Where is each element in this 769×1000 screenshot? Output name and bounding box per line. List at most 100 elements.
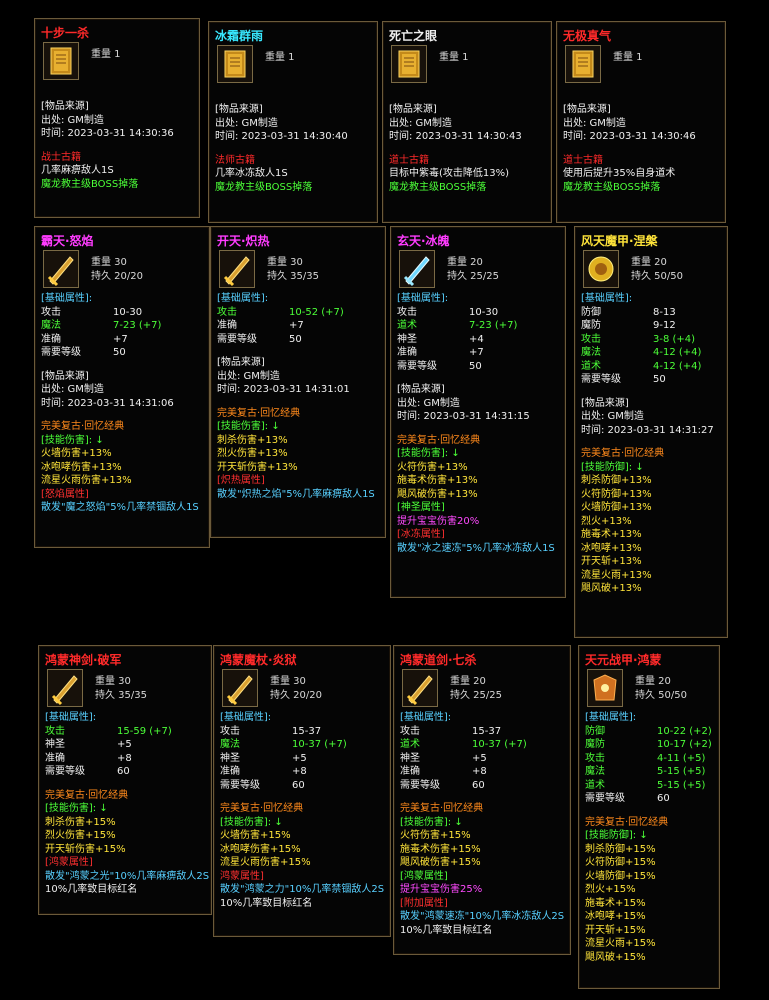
stat-value: +5 bbox=[117, 739, 132, 750]
stat-value: 15-37 bbox=[292, 725, 322, 737]
iceSword-icon bbox=[399, 250, 435, 288]
stat-label: 防御 bbox=[581, 306, 601, 318]
effect-line: 施毒术伤害+13% bbox=[397, 475, 478, 486]
effect-line: 刺杀防御+15% bbox=[585, 843, 656, 855]
item-weight: 重量 30 bbox=[270, 676, 306, 687]
item-title: 霸天·怒焰 bbox=[41, 234, 94, 248]
stat-row: 需要等级 60 bbox=[45, 765, 205, 779]
source-line: 时间: 2023-03-31 14:31:01 bbox=[217, 384, 350, 395]
stat-value: +8 bbox=[472, 766, 487, 777]
effect-line: 火墙防御+15% bbox=[585, 870, 656, 882]
stat-row: 道术 5-15 (+5) bbox=[585, 779, 713, 793]
stat-row: 道术 4-12 (+4) bbox=[581, 360, 721, 374]
stat-value: 10-30 bbox=[469, 306, 499, 318]
stat-row: 准确 +7 bbox=[41, 333, 203, 347]
stat-row: 魔法 7-23 (+7) bbox=[41, 319, 203, 333]
stat-label: 魔防 bbox=[585, 739, 605, 750]
stat-value: 5-15 (+5) bbox=[657, 766, 706, 777]
item-weight: 重量 20 bbox=[635, 676, 671, 687]
stat-label: 需要等级 bbox=[400, 779, 440, 791]
item-weight: 重量 20 bbox=[450, 676, 486, 687]
stat-label: 准确 bbox=[41, 333, 61, 345]
item-title: 风天魔甲·涅槃 bbox=[581, 234, 658, 248]
sword-icon bbox=[219, 250, 255, 288]
stat-value: +8 bbox=[117, 752, 132, 764]
effect-line: 10%几率致目标红名 bbox=[220, 897, 313, 909]
effect-line: 开天斩+15% bbox=[585, 924, 646, 936]
stat-row: 准确 +8 bbox=[45, 752, 205, 766]
effect-line: 魔龙教主级BOSS掉落 bbox=[215, 181, 313, 193]
stat-row: 神圣 +5 bbox=[220, 752, 384, 766]
effect-line: 目标中紫毒(攻击降低13%) bbox=[389, 168, 510, 179]
effect-line: 完美复古·回忆经典 bbox=[585, 816, 669, 828]
effect-line: 冰咆哮+15% bbox=[585, 911, 646, 922]
source-line: 时间: 2023-03-31 14:31:27 bbox=[581, 424, 714, 436]
effect-line: 法师古籍 bbox=[215, 154, 255, 166]
item-tooltip-card: 死亡之眼 重量 1 [物品来源] 出处: GM制造 时间: 2023-03-31 14:… bbox=[382, 21, 552, 223]
sword-icon bbox=[47, 669, 83, 707]
effect-line: [技能防御]: ↓ bbox=[581, 461, 644, 473]
item-tooltip-card: 玄天·冰魄 重量 20 持久 25/25 [基础属性]: 攻击 10-30 道术 7-23 (… bbox=[390, 226, 566, 598]
book-icon bbox=[391, 45, 427, 83]
stat-value: 60 bbox=[117, 766, 130, 777]
stat-label: 准确 bbox=[397, 347, 417, 358]
stat-label: 攻击 bbox=[585, 752, 605, 764]
stat-value: 50 bbox=[653, 374, 666, 385]
sword-icon bbox=[402, 669, 438, 707]
stat-label: 神圣 bbox=[400, 752, 420, 764]
effect-line: [技能伤害]: ↓ bbox=[400, 816, 463, 828]
stat-label: 道术 bbox=[581, 360, 601, 372]
stat-row: 需要等级 60 bbox=[585, 792, 713, 806]
item-tooltip-card: 霸天·怒焰 重量 30 持久 20/20 [基础属性]: 攻击 10-30 魔法 7-23 (… bbox=[34, 226, 210, 548]
item-durability: 持久 25/25 bbox=[450, 690, 502, 701]
stat-row: 攻击 15-37 bbox=[400, 725, 564, 739]
stat-label: 神圣 bbox=[45, 739, 65, 750]
effect-line: 火符防御+13% bbox=[581, 488, 652, 500]
item-title: 十步一杀 bbox=[41, 26, 90, 40]
effect-line: 刺杀防御+13% bbox=[581, 475, 652, 486]
effect-line: 冰咆哮伤害+15% bbox=[220, 843, 301, 855]
effect-line: 流星火雨伤害+13% bbox=[41, 475, 132, 486]
effect-line: [技能伤害]: ↓ bbox=[45, 803, 108, 814]
effect-line: 完美复古·回忆经典 bbox=[581, 448, 665, 459]
item-title: 鸿蒙魔杖·炎狱 bbox=[220, 653, 297, 667]
item-durability: 持久 25/25 bbox=[447, 271, 499, 282]
stat-label: 神圣 bbox=[220, 752, 240, 764]
stat-row: 魔防 10-17 (+2) bbox=[585, 738, 713, 752]
source-header: [物品来源] bbox=[397, 384, 445, 395]
item-tooltip-card: 开天·炽热 重量 30 持久 35/35 [基础属性]: 攻击 10-52 (+7) 准确 +… bbox=[210, 226, 386, 538]
stat-label: 攻击 bbox=[397, 306, 417, 318]
item-title: 鸿蒙神剑·破军 bbox=[45, 653, 122, 667]
effect-line: 刺杀伤害+15% bbox=[45, 816, 116, 828]
effect-line: 飓风破伤害+13% bbox=[397, 488, 478, 500]
stat-label: 需要等级 bbox=[45, 766, 85, 777]
item-weight: 重量 30 bbox=[95, 676, 131, 687]
sword-icon bbox=[222, 669, 258, 707]
effect-line: 道士古籍 bbox=[389, 154, 429, 166]
basic-attr-header: [基础属性]: bbox=[220, 712, 272, 723]
effect-line: 散发"鸿蒙之光"10%几率麻痹敌人2S bbox=[45, 870, 210, 882]
effect-line: [技能防御]: ↓ bbox=[585, 830, 648, 841]
basic-attr-header: [基础属性]: bbox=[45, 712, 97, 723]
item-weight: 重量 1 bbox=[439, 52, 469, 63]
effect-line: [炽热属性] bbox=[217, 475, 265, 486]
stat-row: 需要等级 60 bbox=[400, 779, 564, 793]
effect-line: 魔龙教主级BOSS掉落 bbox=[41, 178, 139, 190]
stat-row: 准确 +7 bbox=[217, 319, 379, 333]
stat-row: 神圣 +5 bbox=[45, 738, 205, 752]
stat-label: 神圣 bbox=[397, 333, 417, 345]
item-tooltip-card: 无极真气 重量 1 [物品来源] 出处: GM制造 时间: 2023-03-31 14:… bbox=[556, 21, 726, 223]
stat-value: 9-12 bbox=[653, 320, 676, 331]
source-line: 时间: 2023-03-31 14:30:40 bbox=[215, 131, 348, 142]
item-durability: 持久 35/35 bbox=[95, 690, 147, 701]
item-title: 鸿蒙道剑·七杀 bbox=[400, 653, 477, 667]
effect-line: 提升宝宝伤害20% bbox=[397, 515, 480, 527]
effect-line: 烈火伤害+15% bbox=[45, 830, 116, 841]
stat-label: 攻击 bbox=[41, 306, 61, 318]
stat-row: 准确 +8 bbox=[400, 765, 564, 779]
item-weight: 重量 20 bbox=[447, 257, 483, 268]
stat-row: 魔防 9-12 bbox=[581, 319, 721, 333]
effect-line: 飓风破+15% bbox=[585, 951, 646, 963]
effect-line: 10%几率致目标红名 bbox=[45, 884, 138, 895]
stat-label: 魔防 bbox=[581, 320, 601, 331]
